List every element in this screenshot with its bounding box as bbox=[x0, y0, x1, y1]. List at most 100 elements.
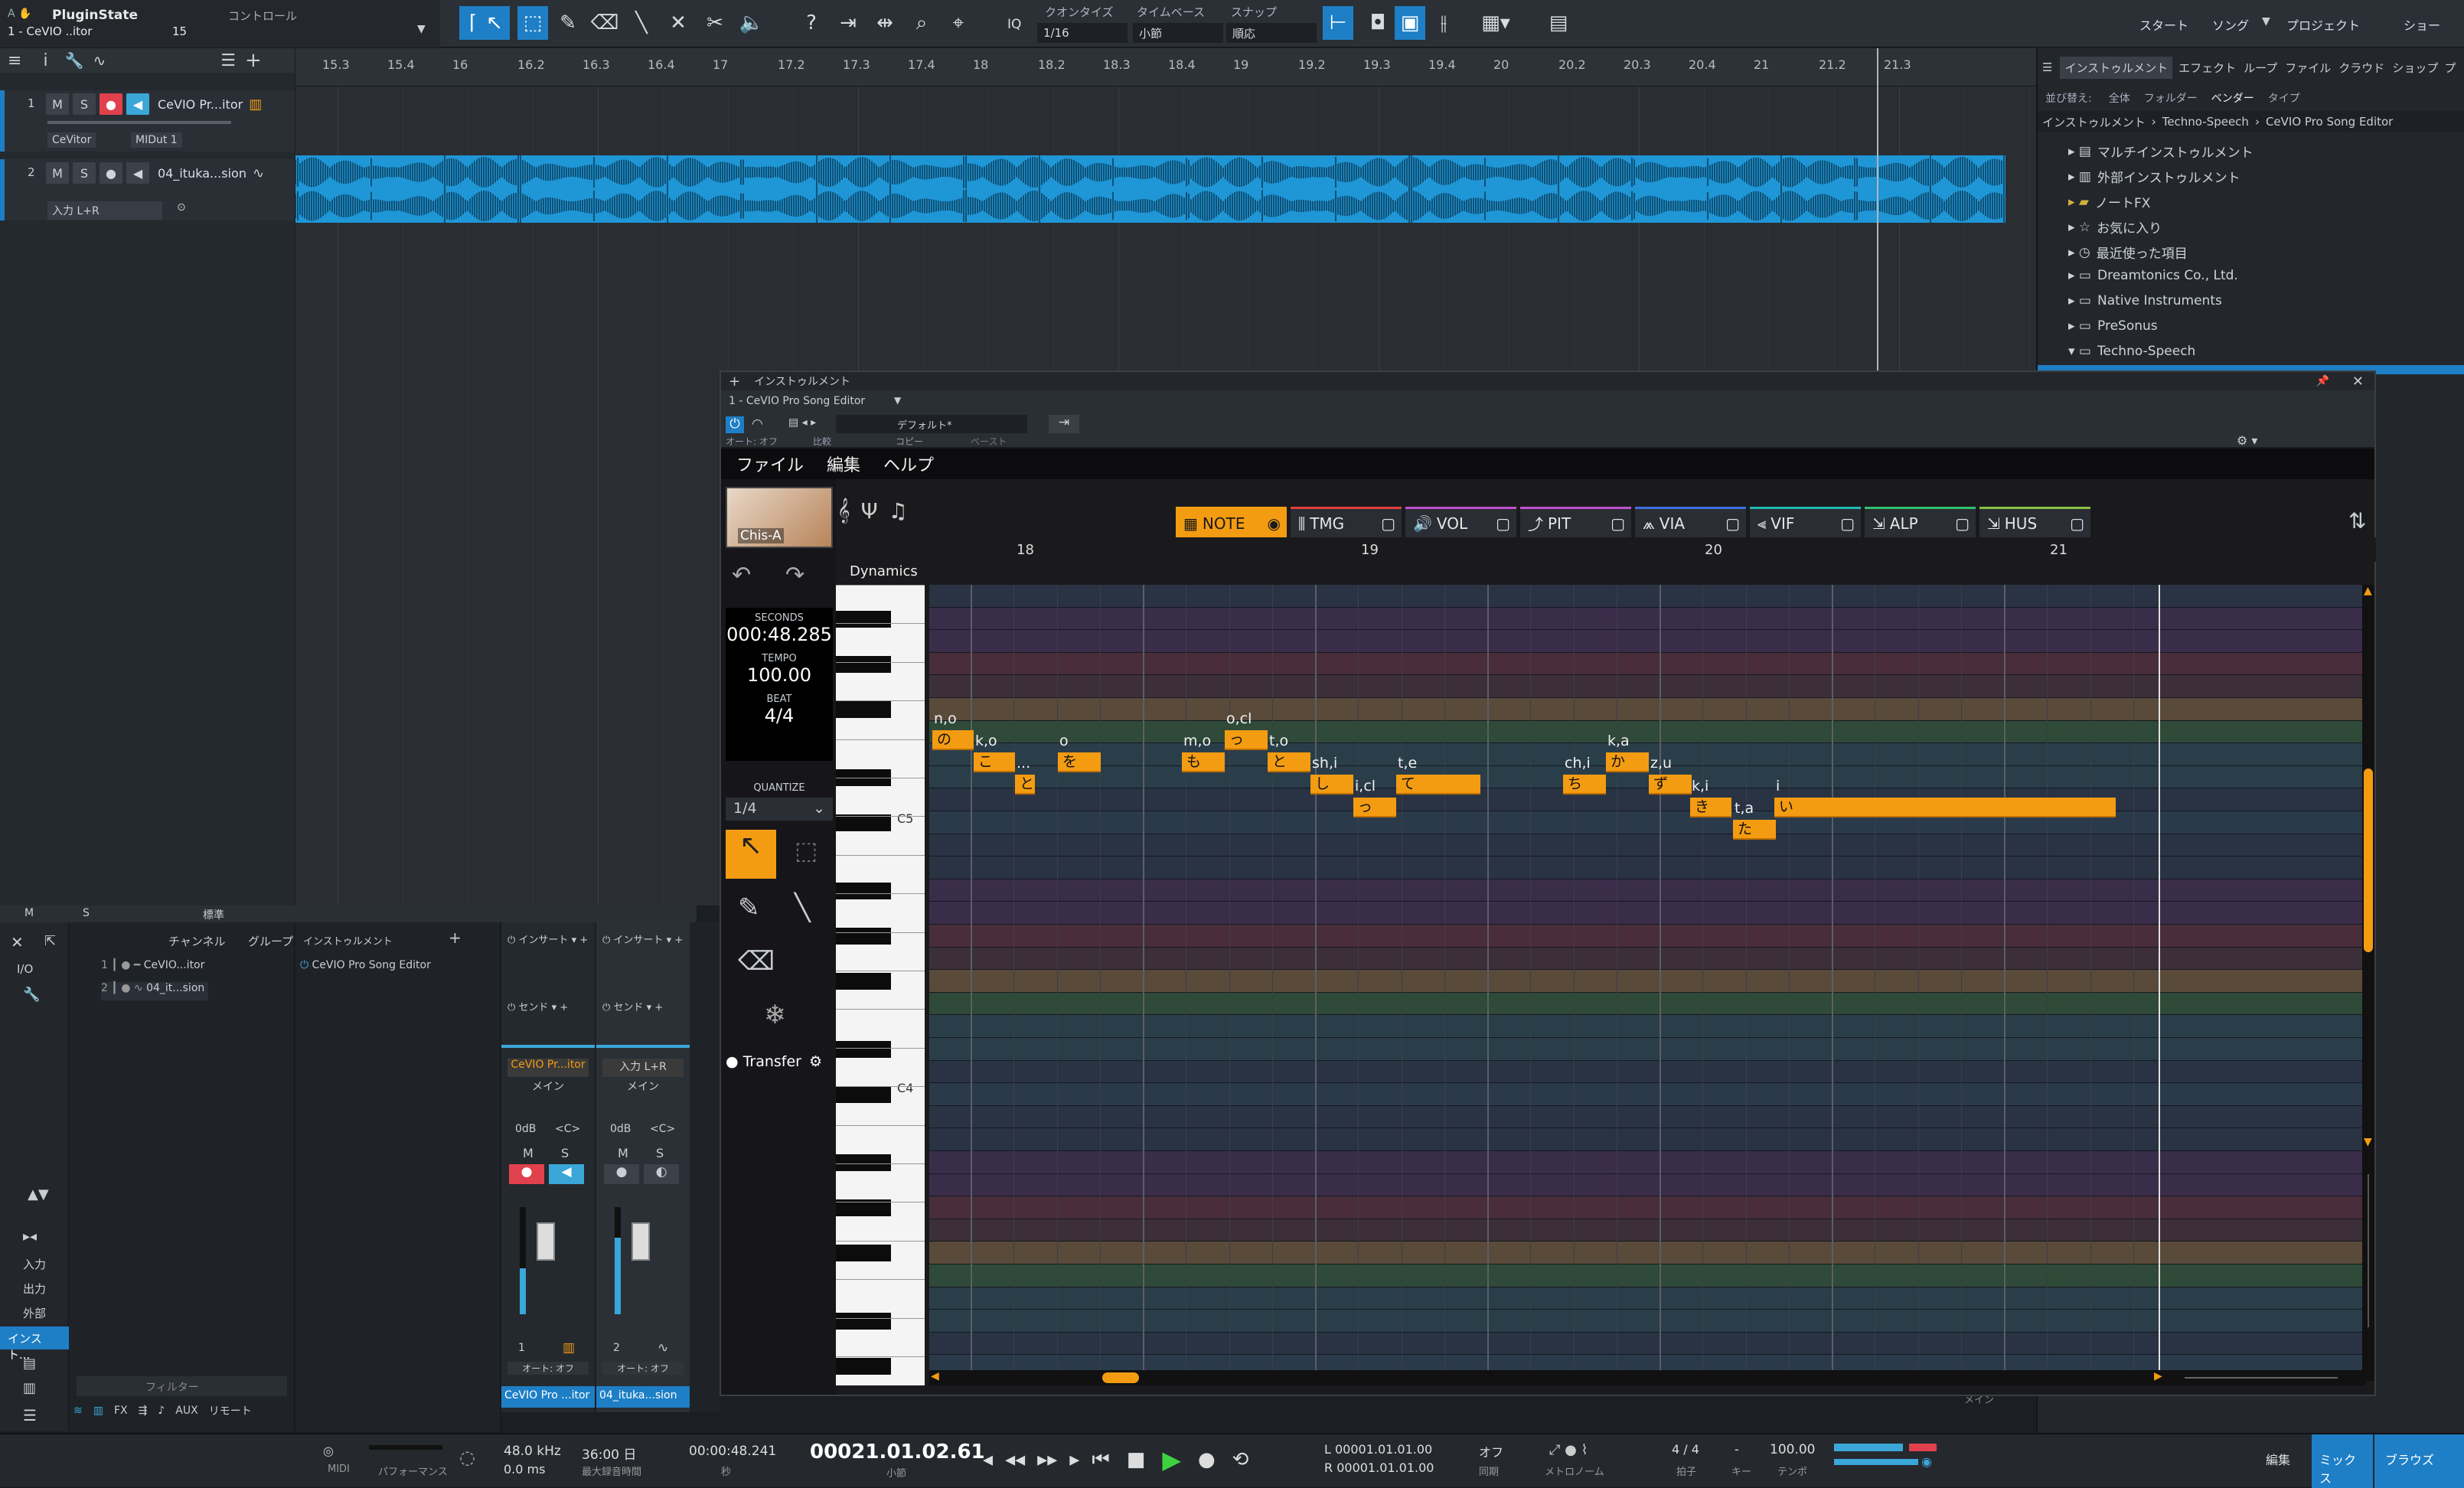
list-item[interactable]: ▸ ▭ PreSonus bbox=[2068, 318, 2158, 334]
metronome-icon[interactable]: ◌ bbox=[459, 1447, 475, 1468]
eye-icon[interactable]: ▢ bbox=[1381, 514, 1395, 533]
mute-tool-icon[interactable]: ✕ bbox=[663, 6, 694, 40]
black-key[interactable] bbox=[836, 1245, 891, 1262]
tab-tmg[interactable]: ⫼ TMG ▢ bbox=[1291, 507, 1402, 537]
tab-via[interactable]: ⩕ VIA ▢ bbox=[1635, 507, 1746, 537]
expand-icon[interactable]: ⇥ bbox=[1049, 415, 1079, 433]
auto-off-label[interactable]: オート: オフ bbox=[726, 435, 778, 448]
aux-button[interactable]: AUX bbox=[175, 1405, 197, 1417]
filter-input[interactable]: フィルター bbox=[77, 1376, 287, 1396]
scroll-thumb[interactable] bbox=[1102, 1372, 1139, 1383]
horizontal-scrollbar[interactable]: ◀ ▶ bbox=[929, 1370, 2365, 1385]
help-icon[interactable]: ? bbox=[796, 6, 827, 40]
scroll-thumb[interactable] bbox=[2364, 768, 2373, 952]
note[interactable]: し bbox=[1310, 775, 1353, 795]
black-key[interactable] bbox=[836, 701, 891, 718]
monitor-icon[interactable]: ▤ bbox=[23, 1356, 36, 1372]
automation-icon[interactable]: ∿ bbox=[93, 51, 106, 70]
list-item[interactable]: ▸ ☆ お気に入り bbox=[2068, 217, 2162, 237]
fx-button[interactable]: FX bbox=[114, 1405, 128, 1417]
strip-pan[interactable]: <C> bbox=[555, 1123, 580, 1135]
eye-icon[interactable]: ◉ bbox=[1268, 514, 1281, 533]
eye-icon[interactable]: ▢ bbox=[1611, 514, 1625, 533]
solo-button[interactable]: S bbox=[73, 93, 96, 115]
black-key[interactable] bbox=[836, 1086, 891, 1104]
add-track-icon[interactable]: + bbox=[245, 49, 262, 72]
automation-select[interactable]: オート: オフ bbox=[507, 1362, 589, 1375]
chevron-down-icon[interactable]: ▼ bbox=[2262, 15, 2270, 28]
play-icon[interactable]: ▶ bbox=[1162, 1445, 1181, 1474]
sort-type[interactable]: タイプ bbox=[2268, 90, 2300, 106]
tab-files[interactable]: ファイル bbox=[2285, 60, 2331, 76]
monitor-button[interactable]: ◀ bbox=[126, 93, 149, 115]
track-input-select[interactable]: CeVitor bbox=[47, 132, 96, 148]
note[interactable]: っ bbox=[1353, 798, 1396, 817]
automation-icon[interactable]: ◠ bbox=[752, 416, 763, 432]
pencil-tool-icon[interactable]: ✎ bbox=[553, 6, 583, 40]
io-button[interactable]: I/O bbox=[17, 962, 33, 976]
mute-button[interactable]: M bbox=[523, 1146, 534, 1160]
tab-loops[interactable]: ループ bbox=[2244, 60, 2277, 76]
strip-output[interactable]: メイン bbox=[602, 1078, 684, 1094]
sort-all[interactable]: 全体 bbox=[2109, 90, 2130, 106]
view-standard[interactable]: 標準 bbox=[203, 907, 224, 922]
note[interactable]: と bbox=[1268, 752, 1310, 772]
black-key[interactable] bbox=[836, 1358, 891, 1375]
zoom-slider[interactable] bbox=[2368, 1174, 2369, 1327]
sync-off[interactable]: オフ bbox=[1479, 1442, 1503, 1460]
vertical-scrollbar[interactable]: ▲ ▼ bbox=[2362, 585, 2374, 1381]
pencil-tool-icon[interactable]: ✎ bbox=[738, 892, 760, 923]
eye-icon[interactable]: ▢ bbox=[2070, 514, 2084, 533]
note[interactable]: も bbox=[1182, 752, 1225, 772]
redo-icon[interactable]: ↷ bbox=[785, 562, 804, 589]
start-page-button[interactable]: スタート bbox=[2139, 15, 2188, 34]
project-page-button[interactable]: プロジェクト bbox=[2286, 15, 2360, 34]
transfer-toggle[interactable]: ● Transfer ⚙ bbox=[726, 1053, 822, 1070]
preset-track[interactable]: 1 - CeVIO ..itor bbox=[8, 24, 92, 38]
black-key[interactable] bbox=[836, 882, 891, 899]
volume-fader[interactable] bbox=[537, 1222, 555, 1261]
sidebar-instruments[interactable]: インスト... bbox=[0, 1326, 69, 1362]
wrench-icon[interactable]: 🔧 bbox=[65, 51, 84, 70]
tab-more[interactable]: プ bbox=[2444, 60, 2456, 76]
note[interactable]: の bbox=[932, 730, 974, 750]
tuning-icon[interactable]: 𝄞 bbox=[837, 498, 850, 524]
quantize-select[interactable]: 1/4 ⌄ bbox=[726, 798, 833, 821]
menu-icon[interactable]: ☰ bbox=[23, 1406, 37, 1424]
arrow-tool-icon[interactable]: ↖ bbox=[479, 6, 510, 40]
mute-button[interactable]: M bbox=[618, 1146, 628, 1160]
paste-button[interactable]: ペースト bbox=[971, 435, 1007, 448]
sort-folder[interactable]: フォルダー bbox=[2144, 90, 2198, 106]
black-key[interactable] bbox=[836, 1154, 891, 1171]
bar-ruler[interactable]: 18 19 20 21 bbox=[836, 537, 2376, 562]
note[interactable]: っ bbox=[1225, 730, 1268, 750]
split-tool-icon[interactable]: ✂ bbox=[700, 6, 730, 40]
tab-vol[interactable]: 🔊 VOL ▢ bbox=[1405, 507, 1516, 537]
note[interactable]: き bbox=[1690, 798, 1731, 817]
black-key[interactable] bbox=[836, 1041, 891, 1058]
note[interactable]: こ bbox=[974, 752, 1015, 772]
gear-icon[interactable]: ⚙ bbox=[809, 1053, 822, 1070]
solo-all[interactable]: S bbox=[83, 907, 90, 919]
piano-keyboard[interactable]: C5 C4 bbox=[836, 585, 925, 1385]
pin-icon[interactable]: ⇱ bbox=[44, 933, 56, 949]
layout-icon[interactable]: ▦▾ bbox=[1473, 6, 1519, 40]
black-key[interactable] bbox=[836, 1313, 891, 1330]
tab-hus[interactable]: ⇲ HUS ▢ bbox=[1979, 507, 2090, 537]
strip-pan[interactable]: <C> bbox=[650, 1123, 675, 1135]
snap-on-icon[interactable]: ⊢ bbox=[1323, 6, 1353, 40]
tab-pit[interactable]: ⤴ PIT ▢ bbox=[1520, 507, 1631, 537]
track-row[interactable]: 2 M S ● ◀ 04_ituka...sion ∿ 入力 L+R ⊙ bbox=[0, 159, 295, 220]
note-grid[interactable]: n,o の k,o こ... と o を m,o も o,cl っ t,o と sh,i し i,cl っ t,e… bbox=[929, 585, 2365, 1385]
monitor-button[interactable]: ◀ bbox=[549, 1164, 584, 1184]
preset-number[interactable]: 15 bbox=[172, 24, 187, 38]
volume-fader[interactable] bbox=[632, 1222, 650, 1261]
eye-icon[interactable]: ▢ bbox=[1496, 514, 1510, 533]
tab-note[interactable]: ▦ NOTE ◉ bbox=[1176, 507, 1287, 537]
mute-button[interactable]: M bbox=[46, 93, 69, 115]
audio-event[interactable] bbox=[295, 149, 2005, 229]
gear-icon[interactable]: ⚙ ▾ bbox=[2237, 433, 2257, 448]
send-slot[interactable]: ⏻ センド ▾ + bbox=[596, 999, 690, 1013]
strip-label[interactable]: 04_ituka...sion bbox=[596, 1386, 690, 1408]
zoom-icon[interactable]: ⌕ bbox=[906, 6, 937, 40]
